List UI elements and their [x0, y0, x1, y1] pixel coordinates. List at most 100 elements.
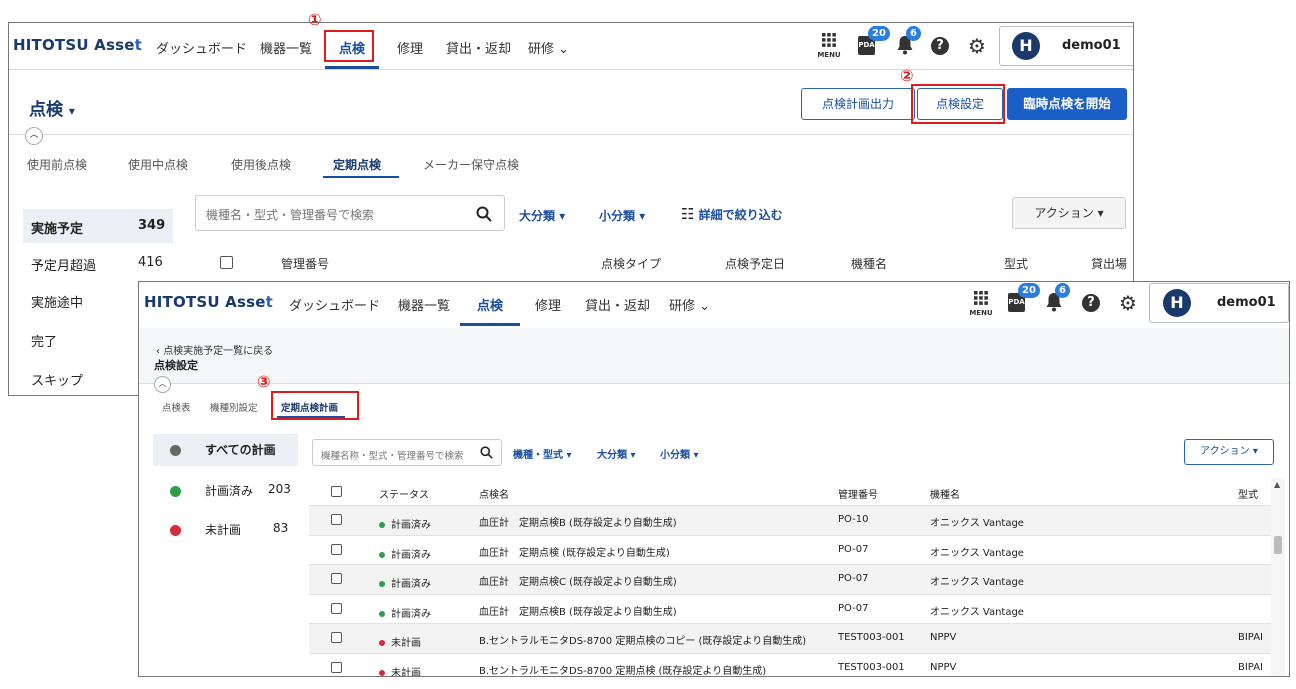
inspection-name-cell[interactable]: B.セントラルモニタDS-8700 定期点検のコピー (既存設定より自動生成) [479, 632, 806, 647]
nav-training[interactable]: 研修 ⌄ [669, 295, 710, 314]
select-all-checkbox[interactable] [331, 486, 342, 497]
menu-grid-icon[interactable]: MENU [969, 290, 993, 317]
row-checkbox[interactable] [331, 573, 342, 584]
sidebar-item-planned[interactable]: 計画済み 203 [153, 477, 298, 505]
gear-icon[interactable]: ⚙ [968, 34, 986, 58]
filter-major-dropdown[interactable]: 大分類 ▾ [597, 446, 636, 461]
collapse-icon[interactable]: ︿ [25, 127, 43, 145]
nav-dashboard[interactable]: ダッシュボード [156, 38, 247, 57]
table-row[interactable]: 計画済み 血圧計 定期点検B (既存設定より自動生成) PO-07 オニックス Van… [309, 595, 1271, 624]
inspection-name-cell[interactable]: B.セントラルモニタDS-8700 定期点検 (既存設定より自動生成) [479, 662, 766, 677]
col-type[interactable]: 型式 [1238, 486, 1258, 501]
col-lending-location[interactable]: 貸出場 [1091, 255, 1127, 272]
sidebar-item-scheduled[interactable]: 実施予定 349 [23, 209, 173, 243]
tab-checklist[interactable]: 点検表 [162, 400, 191, 414]
table-row[interactable]: 未計画 B.セントラルモニタDS-8700 定期点検のコピー (既存設定より自動生… [309, 624, 1271, 654]
status-label: 計画済み [391, 520, 431, 531]
status-cell: 計画済み [379, 605, 431, 620]
back-link[interactable]: ‹ 点検実施予定一覧に戻る [156, 342, 273, 357]
user-menu[interactable]: H demo01 [1149, 283, 1289, 323]
sidebar-item-label: 予定月超過 [31, 259, 97, 274]
menu-grid-icon[interactable]: MENU [817, 32, 841, 59]
row-checkbox[interactable] [331, 661, 342, 673]
highlight-settings-button [911, 84, 1005, 124]
user-menu[interactable]: H demo01 [999, 26, 1133, 66]
inspection-name-cell[interactable]: 血圧計 定期点検C (既存設定より自動生成) [479, 573, 677, 588]
filter-minor-dropdown[interactable]: 小分類 ▾ [599, 207, 645, 224]
search-icon[interactable] [476, 206, 492, 222]
select-all-checkbox[interactable] [220, 256, 233, 269]
sidebar-item-in-progress[interactable]: 実施途中 [23, 287, 143, 313]
action-dropdown[interactable]: アクション ▾ [1184, 439, 1274, 465]
nav-active-indicator [325, 66, 379, 69]
scrollbar[interactable]: ▲ [1271, 478, 1285, 676]
nav-devices[interactable]: 機器一覧 [398, 295, 450, 314]
row-checkbox[interactable] [331, 514, 342, 525]
nav-dashboard[interactable]: ダッシュボード [289, 295, 380, 314]
sub-header [139, 328, 1289, 383]
brand-logo[interactable]: HITOTSU Asset [144, 293, 273, 311]
detail-filter-button[interactable]: ☷ 詳細で絞り込む [681, 205, 783, 223]
col-model-name[interactable]: 機種名 [930, 486, 960, 501]
help-icon[interactable]: ? [1082, 294, 1100, 312]
nav-repair[interactable]: 修理 [535, 295, 561, 314]
filter-model-dropdown[interactable]: 機種・型式 ▾ [513, 446, 572, 461]
inspection-name-cell[interactable]: 血圧計 定期点検B (既存設定より自動生成) [479, 514, 677, 529]
inspection-name-cell[interactable]: 血圧計 定期点検B (既存設定より自動生成) [479, 603, 677, 618]
nav-repair[interactable]: 修理 [397, 38, 423, 57]
status-cell: 未計画 [379, 634, 421, 649]
nav-lending[interactable]: 貸出・返却 [446, 38, 511, 57]
tab-active-indicator [323, 176, 399, 178]
nav-lending[interactable]: 貸出・返却 [585, 295, 650, 314]
management-number-cell: PO-07 [838, 573, 869, 584]
table-row[interactable]: 未計画 B.セントラルモニタDS-8700 定期点検 (既存設定より自動生成) TE… [309, 654, 1271, 677]
collapse-icon[interactable]: ︿ [154, 376, 171, 393]
inspection-name-cell[interactable]: 血圧計 定期点検 (既存設定より自動生成) [479, 544, 670, 559]
sidebar-item-overdue[interactable]: 予定月超過 416 [23, 249, 173, 277]
filter-minor-dropdown[interactable]: 小分類 ▾ [660, 446, 699, 461]
sidebar-item-unplanned[interactable]: 未計画 83 [153, 516, 298, 544]
col-status[interactable]: ステータス [379, 486, 429, 501]
col-type[interactable]: 型式 [1004, 255, 1028, 272]
tab-pre-use[interactable]: 使用前点検 [27, 156, 87, 173]
scrollbar-thumb[interactable] [1274, 536, 1282, 554]
scroll-up-icon[interactable]: ▲ [1274, 480, 1280, 489]
tab-in-use[interactable]: 使用中点検 [128, 156, 188, 173]
action-dropdown[interactable]: アクション ▾ [1012, 197, 1126, 229]
sidebar-item-all-plans[interactable]: すべての計画 [153, 434, 298, 466]
table-row[interactable]: 計画済み 血圧計 定期点検B (既存設定より自動生成) PO-10 オニックス Van… [309, 506, 1271, 536]
tab-model-settings[interactable]: 機種別設定 [210, 400, 258, 414]
tab-post-use[interactable]: 使用後点検 [231, 156, 291, 173]
col-scheduled-date[interactable]: 点検予定日 [725, 255, 785, 272]
search-placeholder: 機種名・型式・管理番号で検索 [206, 208, 375, 222]
sidebar-item-completed[interactable]: 完了 [23, 326, 143, 352]
search-input[interactable]: 機種名・型式・管理番号で検索 [195, 195, 505, 231]
table-row[interactable]: 計画済み 血圧計 定期点検C (既存設定より自動生成) PO-07 オニックス Van… [309, 565, 1271, 595]
nav-inspection[interactable]: 点検 [477, 295, 503, 314]
row-checkbox[interactable] [331, 632, 342, 643]
nav-training[interactable]: 研修 ⌄ [528, 38, 569, 57]
nav-devices[interactable]: 機器一覧 [260, 38, 312, 57]
col-management-number[interactable]: 管理番号 [838, 486, 878, 501]
brand-logo[interactable]: HITOTSU Asset [13, 36, 142, 54]
row-checkbox[interactable] [331, 543, 342, 555]
start-adhoc-inspection-button[interactable]: 臨時点検を開始 [1007, 88, 1127, 120]
gear-icon[interactable]: ⚙ [1119, 291, 1137, 315]
col-inspection-type[interactable]: 点検タイプ [601, 255, 661, 272]
col-management-number[interactable]: 管理番号 [281, 255, 329, 272]
search-icon[interactable] [480, 446, 493, 459]
model-name-cell: オニックス Vantage [930, 606, 1024, 618]
tab-maker-maintenance[interactable]: メーカー保守点検 [423, 156, 519, 173]
tab-periodic[interactable]: 定期点検 [333, 156, 381, 173]
status-label: 計画済み [391, 608, 431, 620]
filter-major-dropdown[interactable]: 大分類 ▾ [519, 207, 565, 224]
table-row[interactable]: 計画済み 血圧計 定期点検 (既存設定より自動生成) PO-07 オニックス Vant… [309, 536, 1271, 565]
plan-output-button[interactable]: 点検計画出力 [801, 88, 915, 120]
search-input[interactable]: 機種名称・型式・管理番号で検索 [312, 439, 502, 466]
page-title[interactable]: 点検 ▾ [29, 95, 75, 120]
help-icon[interactable]: ? [931, 37, 949, 55]
col-inspection-name[interactable]: 点検名 [479, 486, 509, 501]
row-checkbox[interactable] [331, 602, 342, 614]
col-model-name[interactable]: 機種名 [851, 255, 887, 272]
sidebar-item-skipped[interactable]: スキップ [23, 365, 143, 391]
